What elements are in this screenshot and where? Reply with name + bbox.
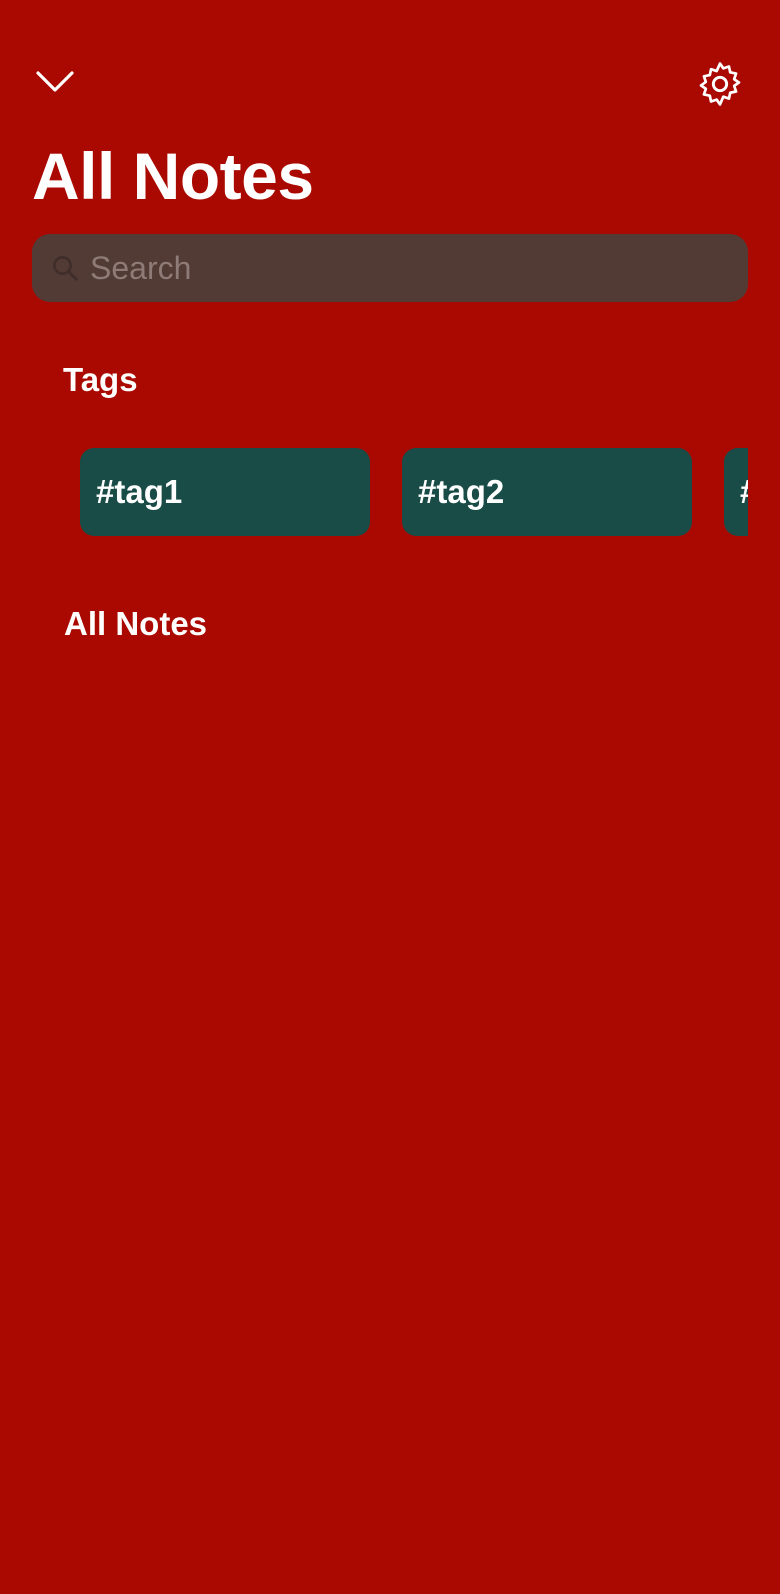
gear-icon <box>695 59 745 114</box>
tag-label: #tag3 <box>740 473 748 511</box>
tag-chip[interactable]: #tag2 <box>402 448 692 536</box>
settings-button[interactable] <box>692 58 748 114</box>
tag-label: #tag1 <box>96 473 183 510</box>
chevron-down-icon <box>35 69 75 100</box>
tag-chip[interactable]: #tag1 <box>80 448 370 536</box>
tag-label: #tag2 <box>418 473 505 510</box>
all-notes-heading: All Notes <box>64 605 208 642</box>
top-bar <box>0 0 780 130</box>
search-input[interactable] <box>90 238 690 298</box>
search-bar[interactable] <box>32 234 748 302</box>
page-title: All Notes <box>32 139 314 213</box>
tag-chip[interactable]: #tag3 <box>724 448 748 536</box>
tags-heading: Tags <box>63 361 138 398</box>
search-icon <box>48 251 82 285</box>
tags-carousel[interactable]: #tag1 #tag2 #tag3 <box>0 448 748 536</box>
collapse-button[interactable] <box>30 62 80 106</box>
